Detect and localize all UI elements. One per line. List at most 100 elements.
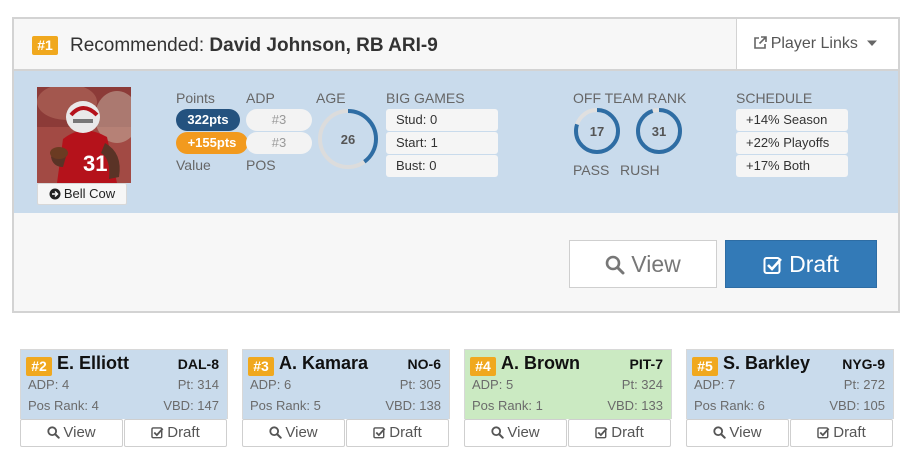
search-icon xyxy=(491,426,505,439)
player-links-label: Player Links xyxy=(770,35,858,52)
value-label: Value xyxy=(176,157,211,173)
recommended-player-card: #1 Recommended: David Johnson, RB ARI-9 … xyxy=(12,17,900,313)
player-pos-rank: Pos Rank: 5 xyxy=(250,398,321,413)
player-vbd: VBD: 147 xyxy=(163,398,219,413)
rush-rank-value: 31 xyxy=(651,123,667,139)
schedule-label: SCHEDULE xyxy=(736,90,813,106)
bell-cow-tag: Bell Cow xyxy=(37,183,127,205)
player-card-3: #3 A. Kamara NO-6 ADP: 6 Pt: 305 Pos Ran… xyxy=(242,349,450,449)
check-square-icon xyxy=(373,427,386,439)
player-team: PIT-7 xyxy=(629,356,663,372)
rank-badge: #1 xyxy=(32,36,58,55)
player-card-actions: View Draft xyxy=(20,419,228,449)
player-pos-rank: Pos Rank: 6 xyxy=(694,398,765,413)
check-square-icon xyxy=(595,427,608,439)
off-team-rank-label: OFF TEAM RANK xyxy=(573,90,687,106)
player-pos-rank: Pos Rank: 4 xyxy=(28,398,99,413)
view-button[interactable]: View xyxy=(569,240,717,288)
player-points: Pt: 314 xyxy=(177,377,219,392)
arrow-circle-right-icon xyxy=(49,188,61,200)
player-card-2: #2 E. Elliott DAL-8 ADP: 4 Pt: 314 Pos R… xyxy=(20,349,228,449)
player-team: DAL-8 xyxy=(177,356,219,372)
big-games-label: BIG GAMES xyxy=(386,90,465,106)
draft-button-label: Draft xyxy=(833,424,866,441)
schedule-both: +17% Both xyxy=(736,155,848,177)
pass-rank-value: 17 xyxy=(589,123,605,139)
rank-badge: #2 xyxy=(26,357,52,376)
player-pos-rank: Pos Rank: 1 xyxy=(472,398,543,413)
player-card-info: #4 A. Brown PIT-7 ADP: 5 Pt: 324 Pos Ran… xyxy=(464,349,672,419)
value-pill: +155pts xyxy=(176,132,248,154)
view-button-label: View xyxy=(285,424,318,441)
points-pill: 322pts xyxy=(176,109,240,131)
player-links-dropdown[interactable]: Player Links xyxy=(736,19,898,69)
view-button[interactable]: View xyxy=(464,419,567,447)
player-team: NYG-9 xyxy=(842,356,885,372)
view-button[interactable]: View xyxy=(20,419,123,447)
player-name: S. Barkley xyxy=(723,353,811,373)
player-card-info: #5 S. Barkley NYG-9 ADP: 7 Pt: 272 Pos R… xyxy=(686,349,894,419)
player-card-info: #2 E. Elliott DAL-8 ADP: 4 Pt: 314 Pos R… xyxy=(20,349,228,419)
pos-label: POS xyxy=(246,157,276,173)
points-label: Points xyxy=(176,90,215,106)
player-card-5: #5 S. Barkley NYG-9 ADP: 7 Pt: 272 Pos R… xyxy=(686,349,894,449)
view-button-label: View xyxy=(507,424,540,441)
rank-badge: #5 xyxy=(692,357,718,376)
search-icon xyxy=(47,426,61,439)
rush-rank-gauge: 31 xyxy=(635,107,683,155)
player-card-actions: View Draft xyxy=(242,419,450,449)
recommended-header: #1 Recommended: David Johnson, RB ARI-9 … xyxy=(14,19,898,71)
check-square-icon xyxy=(817,427,830,439)
age-gauge: 26 xyxy=(316,107,380,171)
view-button[interactable]: View xyxy=(686,419,789,447)
player-adp: ADP: 6 xyxy=(250,377,292,392)
search-icon xyxy=(713,426,727,439)
player-points: Pt: 324 xyxy=(621,377,663,392)
search-icon xyxy=(605,255,625,275)
player-photo[interactable]: 31 xyxy=(37,87,131,183)
draft-button[interactable]: Draft xyxy=(124,419,227,447)
player-name: E. Elliott xyxy=(57,353,129,373)
rank-badge: #4 xyxy=(470,357,496,376)
external-link-icon xyxy=(753,36,767,49)
player-card-info: #3 A. Kamara NO-6 ADP: 6 Pt: 305 Pos Ran… xyxy=(242,349,450,419)
player-vbd: VBD: 105 xyxy=(829,398,885,413)
player-points: Pt: 305 xyxy=(399,377,441,392)
player-name: A. Brown xyxy=(501,353,580,373)
draft-button-label: Draft xyxy=(389,424,422,441)
player-vbd: VBD: 133 xyxy=(607,398,663,413)
age-value: 26 xyxy=(340,131,356,147)
draft-button[interactable]: Draft xyxy=(346,419,449,447)
draft-button[interactable]: Draft xyxy=(725,240,877,288)
view-button-label: View xyxy=(631,251,681,277)
player-adp: ADP: 5 xyxy=(472,377,514,392)
view-button-label: View xyxy=(729,424,762,441)
recommended-stats-panel: 31 Bell Cow Points 322pts +155pts Value … xyxy=(14,71,898,213)
adp-label: ADP xyxy=(246,90,275,106)
age-label: AGE xyxy=(316,90,346,106)
draft-button[interactable]: Draft xyxy=(568,419,671,447)
player-photo-image: 31 xyxy=(37,87,131,183)
player-team: NO-6 xyxy=(407,356,441,372)
pass-label: PASS xyxy=(573,162,610,178)
player-card-actions: View Draft xyxy=(464,419,672,449)
draft-button-label: Draft xyxy=(167,424,200,441)
player-name: A. Kamara xyxy=(279,353,369,373)
adp-pill: #3 xyxy=(246,109,312,131)
recommended-title: Recommended: David Johnson, RB ARI-9 xyxy=(70,35,438,57)
draft-button[interactable]: Draft xyxy=(790,419,893,447)
player-vbd: VBD: 138 xyxy=(385,398,441,413)
check-square-icon xyxy=(763,257,783,274)
view-button[interactable]: View xyxy=(242,419,345,447)
check-square-icon xyxy=(151,427,164,439)
bell-cow-label: Bell Cow xyxy=(63,186,116,201)
schedule-season: +14% Season xyxy=(736,109,848,131)
player-card-actions: View Draft xyxy=(686,419,894,449)
player-adp: ADP: 4 xyxy=(28,377,70,392)
view-button-label: View xyxy=(63,424,96,441)
search-icon xyxy=(269,426,283,439)
schedule-playoffs: +22% Playoffs xyxy=(736,132,848,154)
big-games-start: Start: 1 xyxy=(386,132,498,154)
recommended-player-name: David Johnson, RB ARI-9 xyxy=(209,35,438,56)
recommended-prefix: Recommended: xyxy=(70,35,210,56)
